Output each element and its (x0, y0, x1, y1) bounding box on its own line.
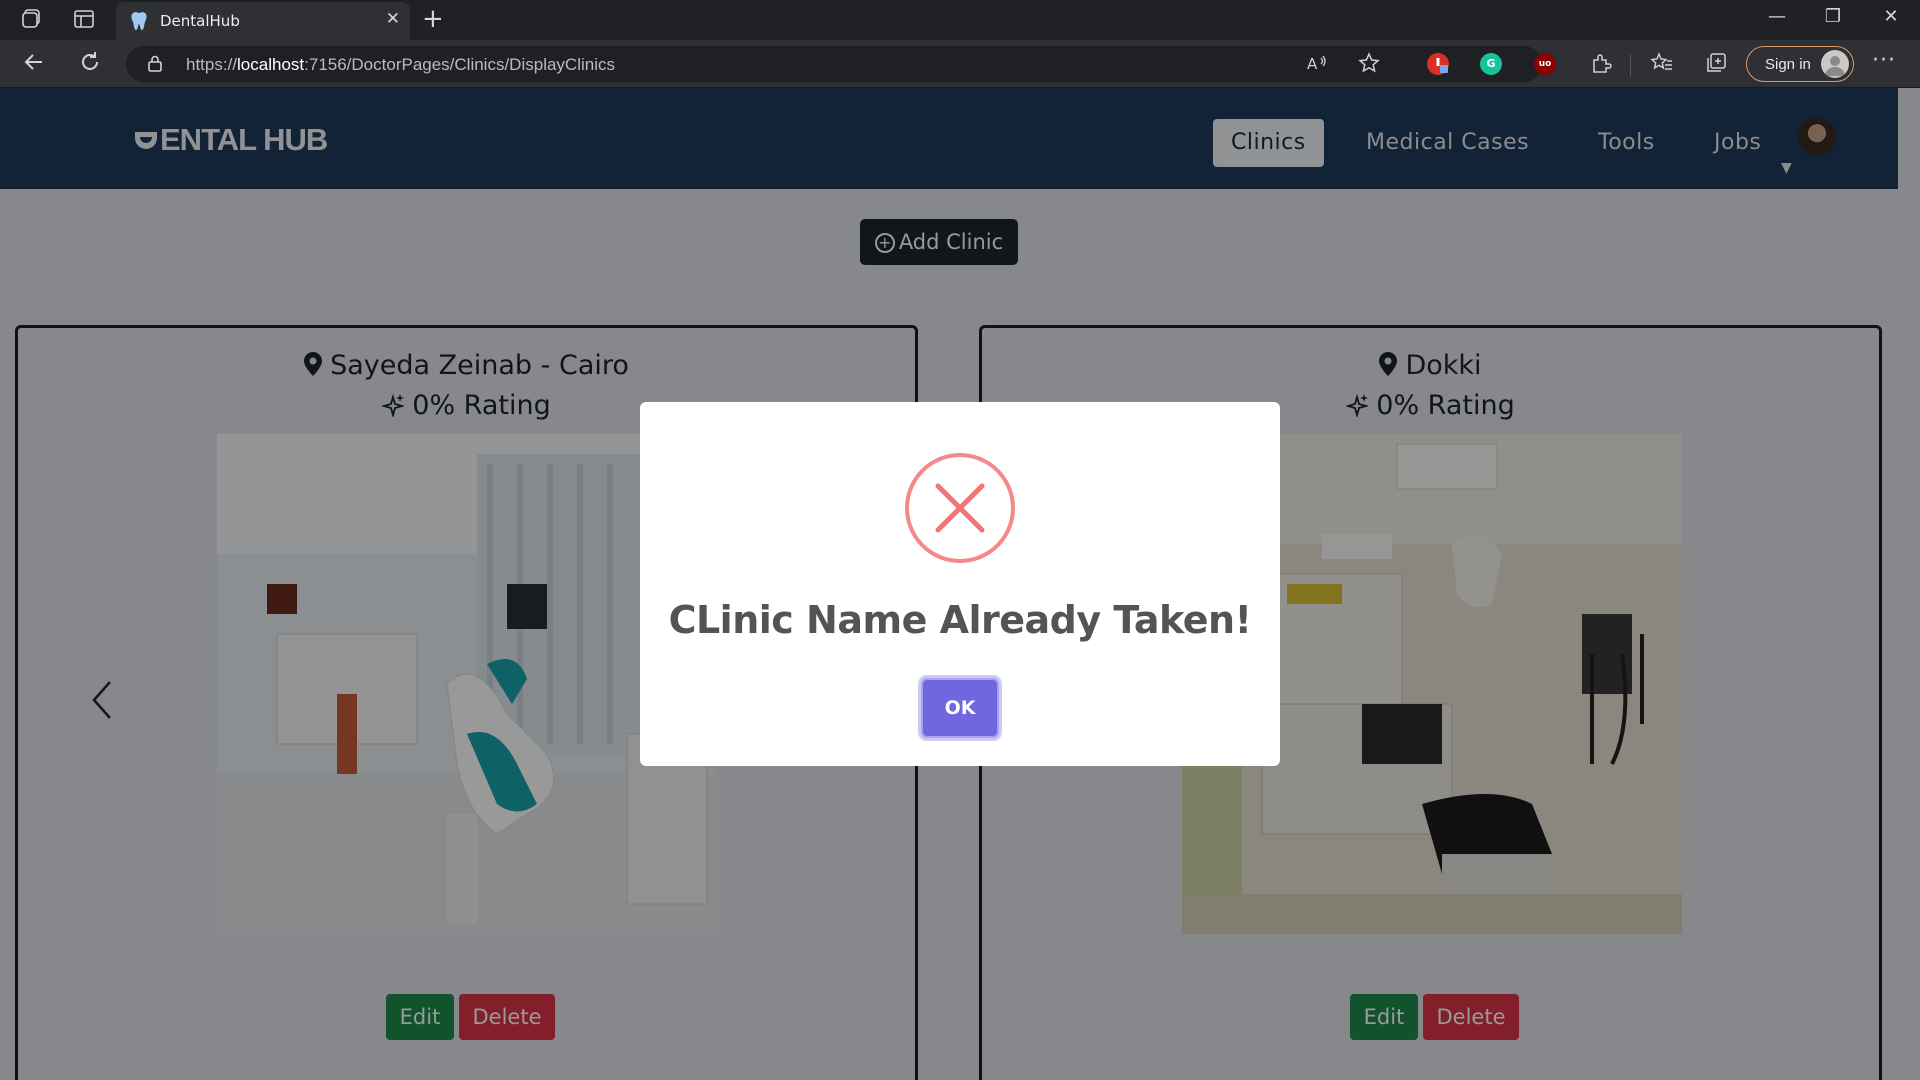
toolbar-separator (1630, 54, 1631, 76)
refresh-button[interactable] (76, 50, 104, 78)
close-window-button[interactable]: ✕ (1876, 6, 1906, 27)
url-host: localhost (237, 55, 305, 74)
svg-text:A: A (1307, 55, 1318, 73)
tab-title: DentalHub (160, 12, 240, 30)
error-x-icon (905, 453, 1015, 563)
tab-actions-icon[interactable] (72, 8, 96, 32)
restore-button[interactable]: ❐ (1818, 6, 1848, 27)
more-options-icon[interactable]: ··· (1872, 48, 1896, 73)
sign-in-label: Sign in (1765, 56, 1811, 73)
read-aloud-icon[interactable]: A (1306, 52, 1328, 79)
url-text: https://localhost:7156/DoctorPages/Clini… (186, 55, 615, 75)
error-dialog: CLinic Name Already Taken! OK (640, 402, 1280, 766)
address-input[interactable]: https://localhost:7156/DoctorPages/Clini… (126, 46, 1542, 82)
lock-icon (148, 55, 162, 72)
profile-avatar-icon (1821, 50, 1849, 78)
arrow-left-icon (24, 54, 42, 70)
ublock-icon[interactable]: uo (1534, 53, 1556, 75)
browser-titlebar: DentalHub ✕ + — ❐ ✕ (0, 0, 1920, 40)
tab-dentalhub[interactable]: DentalHub ✕ (116, 2, 410, 40)
adblock-icon[interactable] (1427, 53, 1449, 75)
collections-icon[interactable] (1705, 52, 1727, 79)
sign-in-button[interactable]: Sign in (1746, 46, 1854, 82)
browser-toolbar: https://localhost:7156/DoctorPages/Clini… (0, 40, 1920, 88)
workspaces-icon[interactable] (20, 8, 44, 32)
new-tab-button[interactable]: + (422, 5, 444, 33)
url-path: :7156/DoctorPages/Clinics/DisplayClinics (304, 55, 615, 74)
url-scheme: https:// (186, 55, 238, 74)
ok-button[interactable]: OK (921, 678, 999, 738)
tooth-icon (131, 12, 147, 30)
minimize-button[interactable]: — (1762, 6, 1792, 27)
dialog-title: CLinic Name Already Taken! (668, 598, 1252, 642)
tab-close-icon[interactable]: ✕ (386, 9, 400, 29)
refresh-icon (82, 52, 98, 70)
favorites-icon[interactable] (1650, 52, 1674, 79)
grammarly-icon[interactable]: G (1480, 53, 1502, 75)
extensions-icon[interactable] (1590, 52, 1612, 79)
back-button[interactable] (20, 50, 48, 78)
favorite-star-icon[interactable] (1358, 52, 1380, 79)
